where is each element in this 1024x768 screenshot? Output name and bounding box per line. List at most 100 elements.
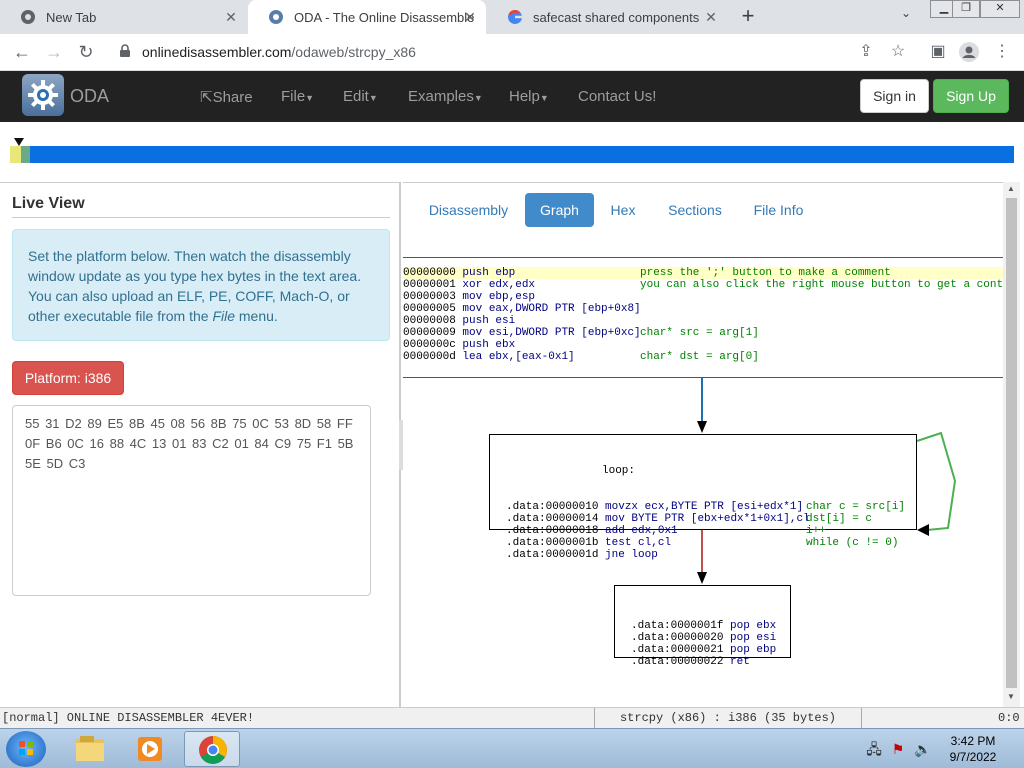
taskbar-clock[interactable]: 3:42 PM 9/7/2022 [942,733,1004,765]
scroll-up-icon[interactable]: ▲ [1007,184,1015,193]
nav-file[interactable]: File▼ [281,88,314,105]
oda-brand[interactable]: ODA [70,86,109,107]
nav-share[interactable]: ⇱Share [200,88,253,106]
tab-google[interactable]: safecast shared components - Go ✕ [487,0,727,34]
graph-line[interactable]: .data:0000001d jne loop [506,549,900,561]
caret-down-icon: ▼ [305,93,315,103]
live-view-title: Live View [12,195,85,212]
hex-bytes-textarea[interactable]: 55 31 D2 89 E5 8B 45 08 56 8B 75 0C 53 8… [12,405,371,596]
caret-down-icon: ▼ [539,93,549,103]
start-button[interactable] [6,731,46,767]
chrome-taskbar-icon[interactable] [184,731,240,767]
graph-instruction: test cl,cl [605,537,672,549]
graph-address: .data:0000001d [506,549,599,561]
navbar-position-marker [14,138,24,146]
graph-line[interactable]: .data:00000021 pop ebp [631,644,777,656]
status-position: 0:0 [998,711,1020,725]
graph-node-loop[interactable]: loop: .data:00000010 movzx ecx,BYTE PTR … [489,434,917,561]
close-tab-icon[interactable]: ✕ [703,9,719,25]
graph-instruction: pop ebp [730,644,777,656]
back-arrow-icon[interactable]: ← [10,40,34,64]
graph-instruction: jne loop [605,549,658,561]
live-view-panel: Live View Set the platform below. Then w… [0,182,401,707]
screen: New Tab ✕ ODA - The Online Disassembler … [0,0,1024,768]
graph-line[interactable]: .data:00000022 ret [631,656,774,668]
reload-icon[interactable]: ↻ [74,40,98,64]
caret-down-icon: ▼ [368,93,378,103]
restore-button[interactable]: ❐ [952,0,980,18]
loop-label: loop: [602,465,636,477]
exit-block-lines: .data:0000001f pop ebx .data:00000020 pop… [631,620,777,668]
navbar-cursor[interactable] [21,146,30,163]
graph-instruction: pop esi [730,632,777,644]
media-player-icon[interactable] [122,731,178,767]
share-icon[interactable]: ⇪ [854,40,878,64]
clock-time: 3:42 PM [950,734,996,748]
graph-node-exit[interactable]: .data:0000001f pop ebx .data:00000020 pop… [614,585,791,668]
address-bar[interactable]: onlinedisassembler.com/odaweb/strcpy_x86 [108,38,920,66]
nav-contact[interactable]: Contact Us! [578,88,656,105]
nav-examples[interactable]: Examples▼ [408,88,483,105]
scroll-down-icon[interactable]: ▼ [1007,692,1015,701]
graph-instruction: mov BYTE PTR [ebx+edx*1+0x1],cl [605,513,810,525]
forward-arrow-icon[interactable]: → [42,40,66,64]
address-navigation-bar[interactable] [10,146,1014,163]
loop-block-lines: .data:00000010 movzx ecx,BYTE PTR [esi+e… [506,501,905,561]
graph-address: .data:00000010 [506,501,599,513]
sign-in-button[interactable]: Sign in [860,79,929,113]
clock-date: 9/7/2022 [949,750,997,764]
action-center-icon[interactable]: ⚑ [890,741,906,757]
side-panel-icon[interactable]: ▣ [926,40,950,64]
graph-line[interactable]: .data:0000001b test cl,cl while (c != 0) [506,537,900,549]
graph-line[interactable]: .data:00000014 mov BYTE PTR [ebx+edx*1+0… [506,513,900,525]
new-tab-button[interactable]: + [736,5,760,29]
platform-button[interactable]: Platform: i386 [12,361,124,395]
file-explorer-icon[interactable] [62,731,118,767]
close-tab-icon[interactable]: ✕ [223,9,239,25]
graph-comment: dst[i] = c [806,513,873,525]
divider [12,217,390,218]
info-alert: Set the platform below. Then watch the d… [12,229,390,341]
view-panel: Disassembly Graph Hex Sections File Info… [403,182,1003,707]
graph-line[interactable]: .data:00000018 add edx,0x1 i++ [506,525,900,537]
tab-new-tab[interactable]: New Tab ✕ [0,0,247,34]
nav-help[interactable]: Help▼ [509,88,549,105]
browser-toolbar: ← → ↻ onlinedisassembler.com/odaweb/strc… [0,34,1024,71]
tab-search-chevron-icon[interactable]: ⌄ [896,6,916,26]
sign-up-button[interactable]: Sign Up [933,79,1009,113]
graph-instruction: movzx ecx,BYTE PTR [esi+edx*1] [605,501,804,513]
close-window-button[interactable]: ✕ [980,0,1020,18]
browser-tabstrip: New Tab ✕ ODA - The Online Disassembler … [0,0,1024,34]
lock-icon [120,44,130,57]
tab-title: New Tab [46,9,97,25]
volume-icon[interactable]: 🔈 [914,741,931,757]
graph-address: .data:00000014 [506,513,599,525]
caret-down-icon: ▼ [473,93,483,103]
close-tab-icon[interactable]: ✕ [462,9,478,25]
graph-line[interactable]: .data:0000001f pop ebx [631,620,777,632]
oda-logo-gear-icon[interactable] [22,74,64,116]
graph-line[interactable]: .data:00000020 pop esi [631,632,777,644]
graph-line[interactable]: .data:00000010 movzx ecx,BYTE PTR [esi+e… [506,501,905,513]
status-bar: [normal] ONLINE DISASSEMBLER 4EVER! strc… [0,707,1024,728]
windows-taskbar: 🖧 ⚑ 🔈 3:42 PM 9/7/2022 [0,728,1024,768]
tab-oda[interactable]: ODA - The Online Disassembler ✕ [248,0,486,34]
nav-edit[interactable]: Edit▼ [343,88,378,105]
network-icon[interactable]: 🖧 [866,741,882,757]
graph-instruction: pop ebx [730,620,777,632]
arrowhead [697,421,707,433]
vertical-scrollbar[interactable]: ▲ ▼ [1003,182,1020,707]
graph-comment: char c = src[i] [806,501,906,513]
status-file-info: strcpy (x86) : i386 (35 bytes) [594,708,862,728]
graph-instruction: add edx,0x1 [605,525,678,537]
edge-loop-back [916,431,957,531]
oda-icon [268,9,284,25]
profile-avatar-icon[interactable] [957,40,981,64]
graph-address: .data:00000021 [631,644,724,656]
bookmark-star-icon[interactable]: ☆ [886,40,910,64]
chrome-icon [20,9,36,25]
scrollbar-thumb[interactable] [1006,198,1017,688]
url-text: onlinedisassembler.com/odaweb/strcpy_x86 [142,44,416,60]
share-icon: ⇱ [200,89,213,106]
kebab-menu-icon[interactable]: ⋮ [990,40,1014,64]
